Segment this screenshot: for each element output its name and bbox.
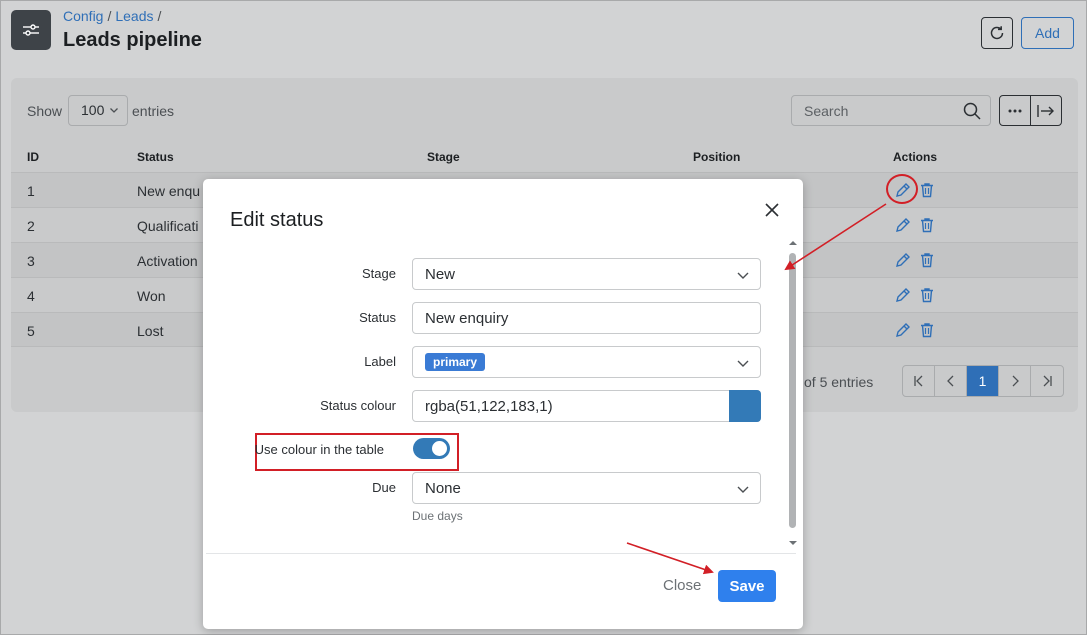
more-options-button[interactable]: [1000, 96, 1031, 125]
status-value: New enquiry: [425, 310, 509, 327]
modal-scrollbar[interactable]: [787, 239, 797, 549]
column-header-actions: Actions: [893, 150, 938, 164]
last-page-icon: [1043, 375, 1052, 387]
save-button[interactable]: Save: [718, 570, 776, 602]
breadcrumb: Config / Leads /: [63, 8, 165, 24]
ellipsis-icon: [1008, 109, 1022, 112]
stage-select[interactable]: New: [412, 258, 761, 290]
due-help-text: Due days: [412, 509, 463, 523]
close-icon[interactable]: [763, 201, 781, 219]
stage-value: New: [425, 266, 456, 283]
column-header-position[interactable]: Position: [693, 150, 740, 164]
row-status: Activation: [137, 253, 198, 269]
status-label: Status: [359, 310, 396, 325]
chevron-down-icon: [737, 486, 749, 493]
edit-icon[interactable]: [894, 251, 912, 269]
edit-highlight-circle: [886, 174, 918, 204]
prev-page-icon: [946, 375, 953, 387]
status-colour-input[interactable]: rgba(51,122,183,1): [412, 390, 761, 422]
column-header-stage[interactable]: Stage: [427, 150, 460, 164]
due-value: None: [425, 480, 461, 497]
status-colour-value: rgba(51,122,183,1): [425, 398, 553, 415]
row-id: 1: [27, 183, 35, 199]
label-badge: primary: [425, 353, 486, 371]
due-label: Due: [372, 480, 396, 495]
status-input[interactable]: New enquiry: [412, 302, 761, 334]
toggle-knob: [432, 441, 447, 456]
trash-icon[interactable]: [918, 251, 936, 269]
stage-label: Stage: [362, 266, 396, 281]
breadcrumb-leads[interactable]: Leads: [115, 8, 153, 24]
scroll-up-icon[interactable]: [788, 239, 798, 247]
prev-page-button[interactable]: [935, 366, 967, 396]
trash-icon[interactable]: [918, 181, 936, 199]
top-bar: Config / Leads / Leads pipeline Add: [1, 1, 1087, 67]
pagination-info: of 5 entries: [804, 374, 874, 390]
row-status: Qualificati: [137, 218, 199, 234]
show-label: Show: [27, 103, 63, 119]
edit-icon[interactable]: [894, 321, 912, 339]
page-title: Leads pipeline: [63, 29, 202, 51]
row-status: New enqu: [137, 183, 201, 199]
page-size-value: 100: [81, 102, 105, 118]
search-icon: [963, 102, 981, 120]
close-button[interactable]: Close: [663, 577, 701, 594]
entries-label: entries: [132, 103, 175, 119]
trash-icon[interactable]: [918, 286, 936, 304]
breadcrumb-separator: /: [157, 8, 162, 24]
page-button-1[interactable]: 1: [967, 366, 999, 396]
scroll-thumb[interactable]: [789, 253, 796, 528]
search-input[interactable]: Search: [791, 95, 991, 126]
row-status: Won: [137, 288, 166, 304]
row-id: 2: [27, 218, 35, 234]
use-colour-toggle[interactable]: [413, 438, 450, 459]
chevron-down-icon: [737, 360, 749, 367]
refresh-button[interactable]: [981, 17, 1013, 49]
first-page-icon: [913, 375, 922, 387]
row-id: 5: [27, 323, 35, 339]
next-page-icon: [1012, 375, 1019, 387]
column-header-status[interactable]: Status: [137, 150, 174, 164]
status-colour-label: Status colour: [320, 398, 396, 413]
row-id: 4: [27, 288, 35, 304]
column-header-id[interactable]: ID: [27, 150, 39, 164]
trash-icon[interactable]: [918, 216, 936, 234]
search-placeholder: Search: [804, 103, 849, 119]
row-status: Lost: [137, 323, 164, 339]
last-page-button[interactable]: [1031, 366, 1063, 396]
next-page-button[interactable]: [999, 366, 1031, 396]
chevron-down-icon: [737, 272, 749, 279]
edit-icon[interactable]: [894, 286, 912, 304]
use-colour-label: Use colour in the table: [254, 442, 384, 457]
pagination: 1: [902, 365, 1064, 397]
export-button[interactable]: [1031, 96, 1061, 125]
scroll-down-icon[interactable]: [788, 539, 798, 547]
add-button[interactable]: Add: [1021, 17, 1074, 49]
modal-footer-divider: [206, 553, 796, 554]
trash-icon[interactable]: [918, 321, 936, 339]
first-page-button[interactable]: [903, 366, 935, 396]
due-select[interactable]: None: [412, 472, 761, 504]
edit-status-modal: Edit status Stage New Status New enquiry…: [203, 179, 803, 629]
export-icon: [1037, 104, 1054, 117]
table-tools-group: [999, 95, 1062, 126]
breadcrumb-separator: /: [107, 8, 112, 24]
label-select[interactable]: primary: [412, 346, 761, 378]
label-label: Label: [364, 354, 396, 369]
chevron-down-icon: [110, 108, 118, 113]
breadcrumb-config[interactable]: Config: [63, 8, 103, 24]
sliders-icon: [11, 10, 51, 50]
edit-icon[interactable]: [894, 216, 912, 234]
refresh-icon: [990, 26, 1004, 40]
row-id: 3: [27, 253, 35, 269]
colour-swatch[interactable]: [729, 390, 761, 422]
modal-title: Edit status: [230, 209, 324, 231]
page-size-select[interactable]: 100: [68, 95, 128, 126]
